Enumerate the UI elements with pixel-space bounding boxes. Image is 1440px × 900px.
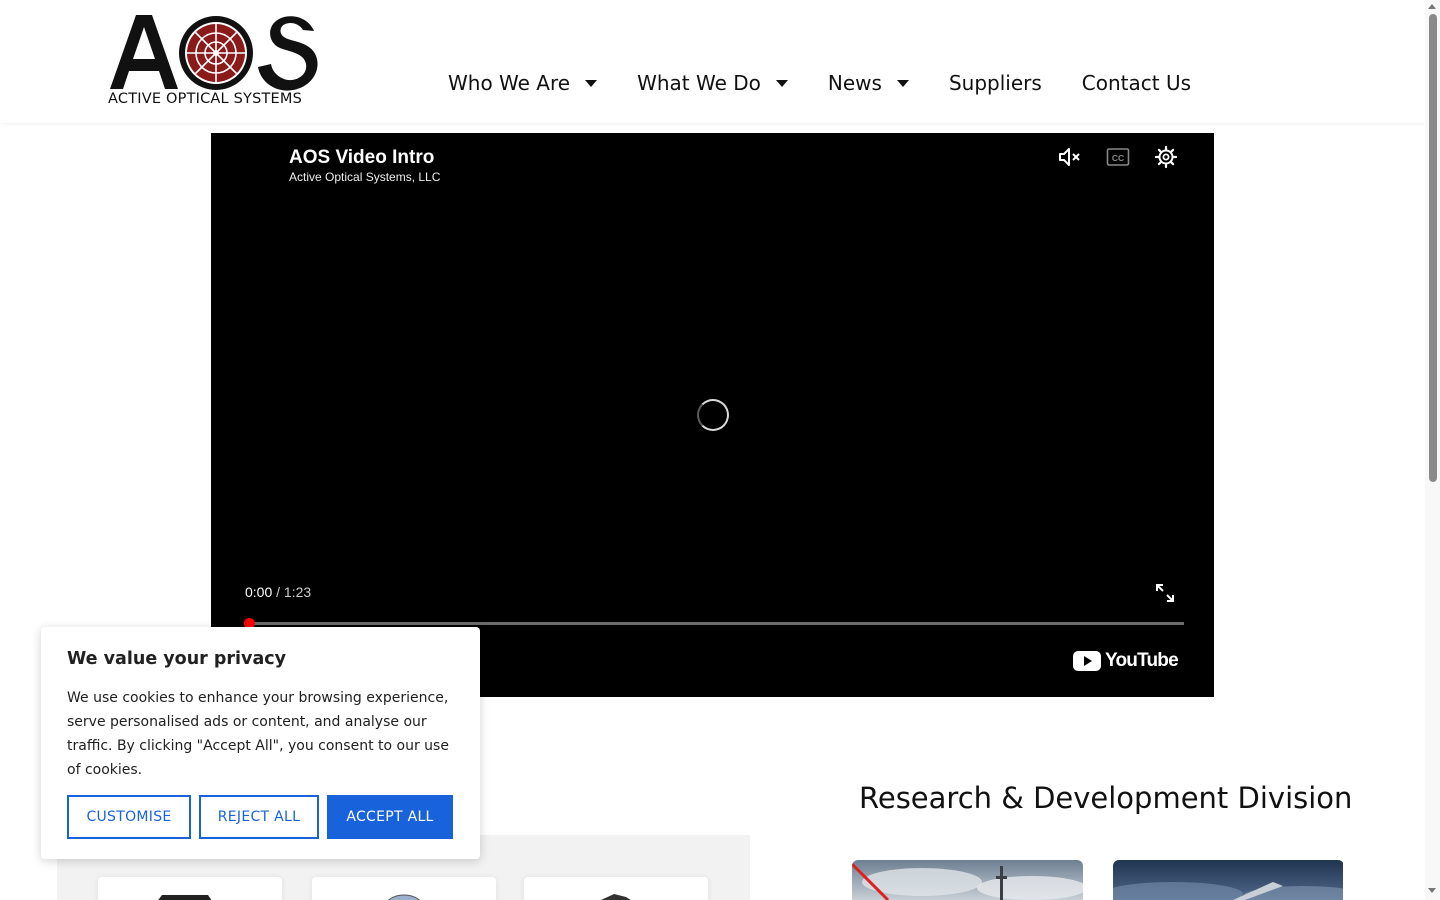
- video-title[interactable]: AOS Video Intro: [289, 147, 434, 169]
- current-time: 0:00: [245, 584, 273, 600]
- cookie-banner-title: We value your privacy: [67, 649, 287, 669]
- cookie-banner: We value your privacy We use cookies to …: [41, 627, 480, 859]
- main-nav: Who We Are What We Do News Suppliers Con…: [448, 60, 1191, 106]
- nav-what-we-do-label: What We Do: [637, 71, 761, 95]
- nav-news-label: News: [827, 71, 882, 95]
- product-image: [387, 894, 421, 900]
- scroll-up-icon[interactable]: [1428, 4, 1436, 9]
- product-image: [601, 894, 631, 900]
- rd-image-aircraft: [1113, 860, 1344, 900]
- nav-who-we-are-label: Who We Are: [448, 71, 571, 95]
- rd-thumbnail[interactable]: [852, 860, 1083, 900]
- mute-icon[interactable]: [1057, 145, 1083, 169]
- video-player[interactable]: AOS Video Intro Active Optical Systems, …: [211, 133, 1214, 697]
- customise-button[interactable]: CUSTOMISE: [67, 795, 191, 839]
- rd-image-laser: [852, 860, 1083, 900]
- aos-logo-mark: [110, 15, 318, 91]
- cookie-button-row: CUSTOMISE REJECT ALL ACCEPT ALL: [67, 795, 453, 839]
- closed-captions-icon[interactable]: CC: [1105, 145, 1131, 169]
- nav-suppliers[interactable]: Suppliers: [949, 71, 1042, 95]
- caret-down-icon: [896, 79, 909, 87]
- youtube-logo[interactable]: YouTube: [1073, 650, 1179, 672]
- nav-what-we-do[interactable]: What We Do: [637, 71, 788, 95]
- product-card[interactable]: [312, 877, 496, 900]
- scrollbar-thumb[interactable]: [1429, 14, 1437, 482]
- fullscreen-icon[interactable]: [1154, 582, 1176, 604]
- section-title-rd: Research & Development Division: [859, 781, 1353, 815]
- loading-spinner-icon: [697, 399, 729, 431]
- video-channel[interactable]: Active Optical Systems, LLC: [289, 170, 440, 184]
- reject-all-button[interactable]: REJECT ALL: [199, 795, 319, 839]
- svg-text:CC: CC: [1112, 153, 1124, 163]
- youtube-wordmark: YouTube: [1105, 650, 1179, 671]
- duration: / 1:23: [276, 584, 312, 600]
- nav-news[interactable]: News: [828, 71, 909, 95]
- product-image: [158, 895, 212, 900]
- nav-contact-us[interactable]: Contact Us: [1082, 71, 1191, 95]
- video-time: 0:00 / 1:23: [245, 584, 311, 600]
- aos-logo[interactable]: ACTIVE OPTICAL SYSTEMS: [108, 13, 318, 109]
- progress-bar[interactable]: [244, 618, 1184, 629]
- product-card[interactable]: [524, 877, 708, 900]
- nav-suppliers-label: Suppliers: [948, 71, 1042, 95]
- accept-all-button[interactable]: ACCEPT ALL: [327, 795, 453, 839]
- rd-thumbnail[interactable]: [1113, 860, 1344, 900]
- scroll-down-icon[interactable]: [1428, 888, 1436, 893]
- product-card[interactable]: [98, 877, 282, 900]
- logo-subtitle: ACTIVE OPTICAL SYSTEMS: [108, 91, 303, 107]
- settings-icon[interactable]: [1153, 145, 1179, 169]
- nav-who-we-are[interactable]: Who We Are: [448, 71, 598, 95]
- page-scrollbar[interactable]: [1425, 0, 1440, 900]
- cookie-banner-body: We use cookies to enhance your browsing …: [67, 690, 449, 778]
- nav-contact-us-label: Contact Us: [1081, 71, 1192, 95]
- site-header: ACTIVE OPTICAL SYSTEMS Who We Are What W…: [0, 0, 1425, 123]
- caret-down-icon: [585, 79, 598, 87]
- youtube-play-icon: [1073, 651, 1101, 671]
- caret-down-icon: [775, 79, 788, 87]
